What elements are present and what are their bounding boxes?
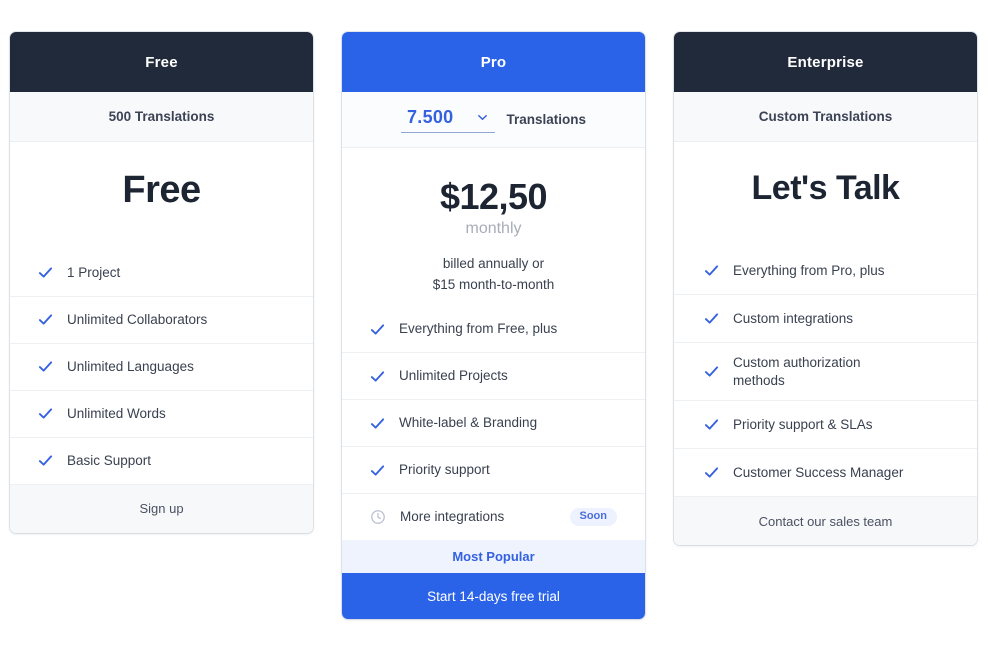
feature-label: Unlimited Projects: [399, 368, 508, 384]
feature-list-free: 1 Project Unlimited Collaborators Unlimi…: [10, 250, 313, 484]
plan-quota-label-enterprise: Custom Translations: [758, 109, 893, 124]
plan-hero-pro: $12,50 monthly billed annually or $15 mo…: [342, 148, 645, 296]
check-icon: [370, 324, 385, 335]
plan-name-pro: Pro: [480, 53, 507, 71]
start-trial-button[interactable]: Start 14-days free trial: [342, 573, 645, 620]
plan-quota-free: 500 Translations: [10, 92, 313, 142]
feature-label: Everything from Pro, plus: [733, 262, 885, 278]
signup-button-label: Sign up: [139, 501, 184, 517]
feature-item: More integrations Soon: [342, 493, 645, 540]
plan-header-pro: Pro: [342, 32, 645, 92]
check-icon: [38, 455, 53, 466]
feature-label: Unlimited Words: [67, 405, 166, 421]
check-icon: [370, 418, 385, 429]
check-icon: [38, 267, 53, 278]
feature-label: More integrations: [400, 509, 505, 525]
plan-header-enterprise: Enterprise: [674, 32, 977, 92]
plan-price-period-pro: monthly: [465, 220, 522, 238]
plan-name-enterprise: Enterprise: [787, 53, 864, 71]
check-icon: [38, 314, 53, 325]
feature-item: Unlimited Words: [10, 389, 313, 437]
plan-price-enterprise: Let's Talk: [751, 169, 900, 207]
plan-name-free: Free: [145, 53, 178, 71]
check-icon: [704, 313, 719, 324]
feature-label: White-label & Branding: [399, 415, 538, 431]
chevron-down-icon: [477, 114, 487, 120]
feature-list-pro: Everything from Free, plus Unlimited Pro…: [342, 306, 645, 540]
plan-hero-enterprise: Let's Talk: [674, 142, 977, 237]
translations-quota-select[interactable]: 7.500: [400, 106, 495, 133]
check-icon: [704, 265, 719, 276]
feature-label: Priority support & SLAs: [733, 416, 873, 432]
feature-item: Unlimited Projects: [342, 352, 645, 399]
feature-item: Unlimited Languages: [10, 342, 313, 390]
feature-label: Priority support: [399, 462, 490, 478]
feature-item: Everything from Pro, plus: [674, 247, 977, 294]
plan-price-note-line1: billed annually or: [442, 256, 545, 272]
feature-label: Unlimited Collaborators: [67, 311, 208, 327]
pricing-card-free: Free 500 Translations Free 1 Project Unl…: [10, 32, 313, 533]
check-icon: [704, 467, 719, 478]
pricing-card-enterprise: Enterprise Custom Translations Let's Tal…: [674, 32, 977, 546]
most-popular-label: Most Popular: [452, 549, 535, 565]
plan-price-note-line2: $15 month-to-month: [432, 277, 555, 293]
translations-quota-value: 7.500: [406, 106, 454, 127]
check-icon: [704, 419, 719, 430]
feature-item: Priority support & SLAs: [674, 400, 977, 448]
feature-label: Custom authorization methods: [733, 354, 861, 388]
feature-item: Everything from Free, plus: [342, 306, 645, 352]
check-icon: [370, 465, 385, 476]
translations-unit-label: Translations: [506, 112, 587, 127]
plan-quota-enterprise: Custom Translations: [674, 92, 977, 142]
plan-hero-free: Free: [10, 142, 313, 240]
most-popular-banner: Most Popular: [342, 540, 645, 574]
check-icon: [370, 371, 385, 382]
plan-price-pro: $12,50: [439, 176, 548, 217]
feature-label: Everything from Free, plus: [399, 321, 558, 337]
signup-button[interactable]: Sign up: [10, 483, 313, 533]
plan-price-note-pro: billed annually or $15 month-to-month: [342, 254, 645, 296]
check-icon: [38, 408, 53, 419]
plan-quota-label-free: 500 Translations: [108, 109, 215, 124]
contact-sales-button[interactable]: Contact our sales team: [674, 496, 977, 546]
feature-item: Custom authorization methods: [674, 342, 977, 400]
feature-label: Customer Success Manager: [733, 464, 904, 480]
feature-list-enterprise: Everything from Pro, plus Custom integra…: [674, 247, 977, 496]
pricing-table: Free 500 Translations Free 1 Project Unl…: [0, 0, 988, 647]
plan-price-free: Free: [122, 169, 201, 211]
clock-icon: [371, 510, 385, 525]
feature-item: Priority support: [342, 446, 645, 493]
plan-quota-pro: 7.500 Translations: [342, 92, 645, 148]
feature-item: Customer Success Manager: [674, 448, 977, 496]
start-trial-button-label: Start 14-days free trial: [427, 588, 560, 604]
contact-sales-button-label: Contact our sales team: [758, 513, 893, 529]
feature-item: Basic Support: [10, 436, 313, 484]
check-icon: [38, 361, 53, 372]
plan-header-free: Free: [10, 32, 313, 92]
feature-label: 1 Project: [67, 264, 121, 280]
check-icon: [704, 366, 719, 377]
feature-label: Unlimited Languages: [67, 358, 194, 374]
feature-label: Basic Support: [67, 452, 152, 468]
feature-item: Custom integrations: [674, 294, 977, 342]
status-badge-soon: Soon: [569, 508, 617, 527]
pricing-card-pro: Pro 7.500 Translations $12,50 monthly bi…: [342, 32, 645, 620]
feature-item: Unlimited Collaborators: [10, 295, 313, 343]
feature-item: White-label & Branding: [342, 399, 645, 446]
feature-item: 1 Project: [10, 250, 313, 296]
feature-label: Custom integrations: [733, 310, 854, 326]
